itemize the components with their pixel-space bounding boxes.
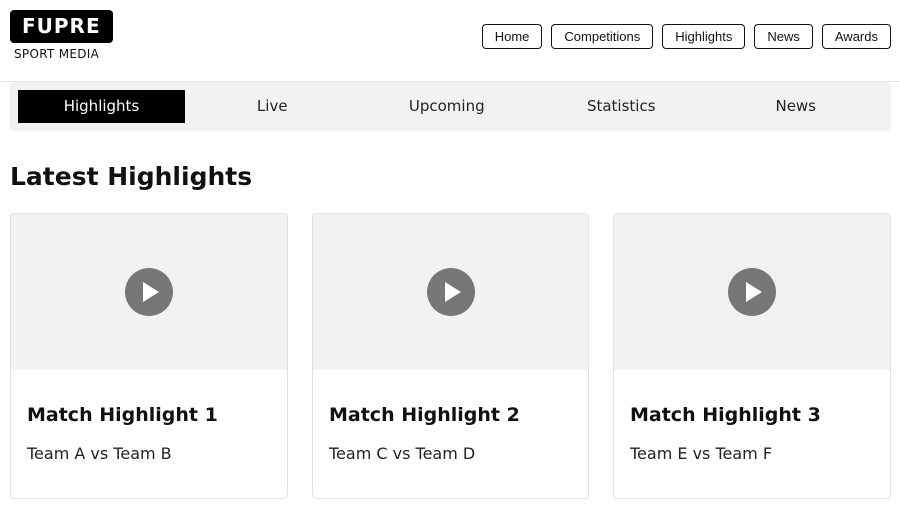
card-title: Match Highlight 3: [630, 404, 821, 426]
card-subtitle: Team A vs Team B: [27, 444, 172, 463]
top-nav: Home Competitions Highlights News Awards: [481, 24, 891, 49]
nav-awards-button[interactable]: Awards: [821, 24, 891, 49]
highlight-card[interactable]: Match Highlight 1 Team A vs Team B: [10, 213, 288, 499]
video-thumbnail[interactable]: [11, 214, 287, 370]
highlight-card[interactable]: Match Highlight 2 Team C vs Team D: [312, 213, 589, 499]
card-body: Match Highlight 1 Team A vs Team B: [11, 404, 287, 463]
video-thumbnail[interactable]: [614, 214, 890, 370]
card-title: Match Highlight 2: [329, 404, 520, 426]
play-icon[interactable]: [125, 268, 173, 316]
highlight-cards: Match Highlight 1 Team A vs Team B Match…: [10, 213, 891, 499]
logo-tagline: SPORT MEDIA: [14, 47, 100, 61]
tab-live[interactable]: Live: [185, 90, 360, 123]
tab-upcoming[interactable]: Upcoming: [360, 90, 535, 123]
nav-highlights-button[interactable]: Highlights: [662, 24, 746, 49]
logo[interactable]: FUPRE SPORT MEDIA: [10, 10, 113, 61]
card-subtitle: Team C vs Team D: [329, 444, 476, 463]
nav-home-button[interactable]: Home: [481, 24, 543, 49]
logo-wordmark: FUPRE: [10, 10, 113, 43]
tab-statistics[interactable]: Statistics: [534, 90, 709, 123]
play-icon[interactable]: [426, 268, 475, 316]
card-title: Match Highlight 1: [27, 404, 218, 426]
card-subtitle: Team E vs Team F: [630, 444, 773, 463]
nav-news-button[interactable]: News: [754, 24, 813, 49]
nav-competitions-button[interactable]: Competitions: [551, 24, 654, 49]
play-icon[interactable]: [728, 268, 776, 316]
card-body: Match Highlight 3 Team E vs Team F: [614, 404, 890, 463]
section-title: Latest Highlights: [10, 162, 253, 191]
card-body: Match Highlight 2 Team C vs Team D: [313, 404, 588, 463]
content-tabs: Highlights Live Upcoming Statistics News: [10, 82, 891, 131]
tab-highlights[interactable]: Highlights: [18, 90, 185, 123]
highlight-card[interactable]: Match Highlight 3 Team E vs Team F: [613, 213, 891, 499]
tab-news[interactable]: News: [709, 90, 884, 123]
site-header: FUPRE SPORT MEDIA Home Competitions High…: [0, 0, 900, 82]
video-thumbnail[interactable]: [313, 214, 588, 370]
